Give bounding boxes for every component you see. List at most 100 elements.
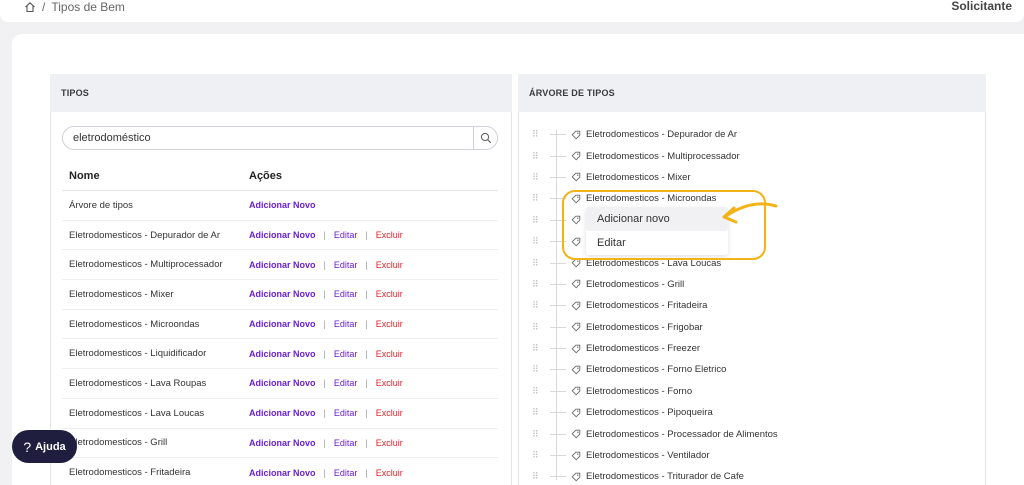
tree-node[interactable]: ⠿ Eletrodomesticos - Depurador de Ar [532, 124, 972, 145]
drag-handle-icon[interactable]: ⠿ [532, 300, 550, 311]
home-icon[interactable] [24, 1, 36, 13]
search-box [62, 126, 498, 150]
drag-handle-icon[interactable]: ⠿ [532, 258, 550, 269]
drag-handle-icon[interactable]: ⠿ [532, 215, 550, 226]
drag-handle-icon[interactable]: ⠿ [532, 172, 550, 183]
breadcrumb-separator: / [42, 0, 46, 14]
table-row: Eletrodomesticos - Mixer Adicionar Novo | E… [62, 280, 498, 310]
tree-branch [550, 455, 566, 457]
types-table: Nome Ações Árvore de tipos Adicionar Novo… [62, 162, 498, 485]
edit-link[interactable]: Editar [334, 319, 358, 329]
tag-icon [571, 280, 581, 289]
edit-link[interactable]: Editar [334, 468, 358, 478]
search-input[interactable] [63, 127, 473, 149]
tree-node[interactable]: ⠿ Eletrodomesticos - Pipoqueira [532, 402, 972, 423]
drag-handle-icon[interactable]: ⠿ [532, 236, 550, 247]
tag-icon [571, 322, 581, 332]
type-name: Eletrodomesticos - Grill [69, 437, 168, 449]
drag-handle-icon[interactable]: ⠿ [532, 429, 550, 440]
question-icon: ? [23, 438, 32, 455]
tree-node[interactable]: ⠿ Eletrodomesticos - Fritadeira [532, 295, 972, 316]
action-separator: | [365, 289, 368, 300]
delete-link[interactable]: Excluir [376, 468, 403, 478]
tree-node[interactable]: ⠿ Eletrodomesticos - Frigobar [532, 317, 972, 338]
edit-link[interactable]: Editar [334, 378, 358, 388]
tree-node[interactable]: ⠿ Eletrodomesticos - Mixer [532, 167, 972, 188]
row-actions: Adicionar Novo | Editar | Excluir [249, 438, 498, 448]
tree-node[interactable]: ⠿ Eletrodomesticos - Triturador de Cafe [532, 466, 972, 485]
help-button[interactable]: ? Ajuda [12, 430, 77, 463]
tag-icon [571, 173, 581, 182]
drag-handle-icon[interactable]: ⠿ [532, 450, 550, 461]
add-new-link[interactable]: Adicionar Novo [249, 260, 316, 270]
table-row: Árvore de tipos Adicionar Novo [62, 191, 498, 221]
search-button[interactable] [473, 127, 497, 149]
drag-handle-icon[interactable]: ⠿ [532, 322, 550, 333]
drag-handle-icon[interactable]: ⠿ [532, 129, 550, 140]
table-row: Eletrodomesticos - Grill Adicionar Novo | E… [62, 429, 498, 459]
add-new-link[interactable]: Adicionar Novo [249, 289, 316, 299]
table-row: Eletrodomesticos - Multiprocessador Adici… [62, 250, 498, 281]
delete-link[interactable]: Excluir [376, 319, 403, 329]
tree-branch [550, 155, 566, 157]
edit-link[interactable]: Editar [334, 438, 358, 448]
edit-link[interactable]: Editar [334, 260, 358, 270]
annotation-arrow-icon [722, 202, 778, 224]
edit-link[interactable]: Editar [334, 408, 358, 418]
tree-branch [550, 348, 566, 350]
action-separator: | [323, 348, 326, 359]
drag-handle-icon[interactable]: ⠿ [532, 364, 550, 375]
drag-handle-icon[interactable]: ⠿ [532, 343, 550, 354]
drag-handle-icon[interactable]: ⠿ [532, 151, 550, 162]
type-name: Eletrodomesticos - Lava Roupas [69, 377, 207, 389]
add-new-link[interactable]: Adicionar Novo [249, 319, 316, 329]
tree-node[interactable]: ⠿ Eletrodomesticos - Processador de Alime… [532, 423, 972, 444]
tree-branch [550, 326, 566, 328]
delete-link[interactable]: Excluir [376, 349, 403, 359]
tree-node-label: Eletrodomesticos - Depurador de Ar [586, 129, 738, 141]
add-new-link[interactable]: Adicionar Novo [249, 468, 316, 478]
drag-handle-icon[interactable]: ⠿ [532, 386, 550, 397]
edit-link[interactable]: Editar [334, 230, 358, 240]
tag-icon [571, 365, 581, 375]
tree-node[interactable]: ⠿ Eletrodomesticos - Forno Eletrico [532, 359, 972, 380]
tree-node[interactable]: ⠿ Eletrodomesticos - Forno [532, 381, 972, 402]
search-icon [480, 132, 491, 144]
edit-link[interactable]: Editar [334, 289, 358, 299]
add-new-link[interactable]: Adicionar Novo [249, 438, 316, 448]
delete-link[interactable]: Excluir [376, 289, 403, 299]
tree-node[interactable]: ⠿ Eletrodomesticos - Multiprocessador [532, 145, 972, 166]
add-new-link[interactable]: Adicionar Novo [249, 408, 316, 418]
tree-node[interactable]: ⠿ Eletrodomesticos - Grill [532, 274, 972, 295]
delete-link[interactable]: Excluir [376, 260, 403, 270]
edit-link[interactable]: Editar [334, 349, 358, 359]
drag-handle-icon[interactable]: ⠿ [532, 279, 550, 290]
action-separator: | [365, 437, 368, 448]
drag-handle-icon[interactable]: ⠿ [532, 193, 550, 204]
delete-link[interactable]: Excluir [376, 378, 403, 388]
drag-handle-icon[interactable]: ⠿ [532, 471, 550, 482]
add-new-link[interactable]: Adicionar Novo [249, 230, 316, 240]
top-bar: / Tipos de Bem Solicitante [0, 0, 1024, 22]
action-separator: | [365, 259, 368, 270]
row-actions: Adicionar Novo | Editar | Excluir [249, 349, 498, 359]
user-name[interactable]: Solicitante [951, 0, 1012, 14]
delete-link[interactable]: Excluir [376, 408, 403, 418]
table-row: Eletrodomesticos - Fritadeira Adicionar N… [62, 458, 498, 485]
delete-link[interactable]: Excluir [376, 230, 403, 240]
tree-node[interactable]: ⠿ Eletrodomesticos - Ventilador [532, 445, 972, 466]
add-new-link[interactable]: Adicionar Novo [249, 349, 316, 359]
tree-node-label: Eletrodomesticos - Triturador de Cafe [586, 471, 744, 483]
delete-link[interactable]: Excluir [376, 438, 403, 448]
drag-handle-icon[interactable]: ⠿ [532, 407, 550, 418]
tag-icon [571, 344, 581, 354]
add-new-link[interactable]: Adicionar Novo [249, 378, 316, 388]
add-new-link[interactable]: Adicionar Novo [249, 200, 316, 210]
tree-branch [550, 412, 566, 414]
tree-node-label: Eletrodomesticos - Ventilador [586, 450, 710, 462]
action-separator: | [323, 319, 326, 330]
action-separator: | [323, 230, 326, 241]
action-separator: | [323, 289, 326, 300]
tree-node[interactable]: ⠿ Eletrodomesticos - Freezer [532, 338, 972, 359]
tree-branch [550, 283, 566, 285]
